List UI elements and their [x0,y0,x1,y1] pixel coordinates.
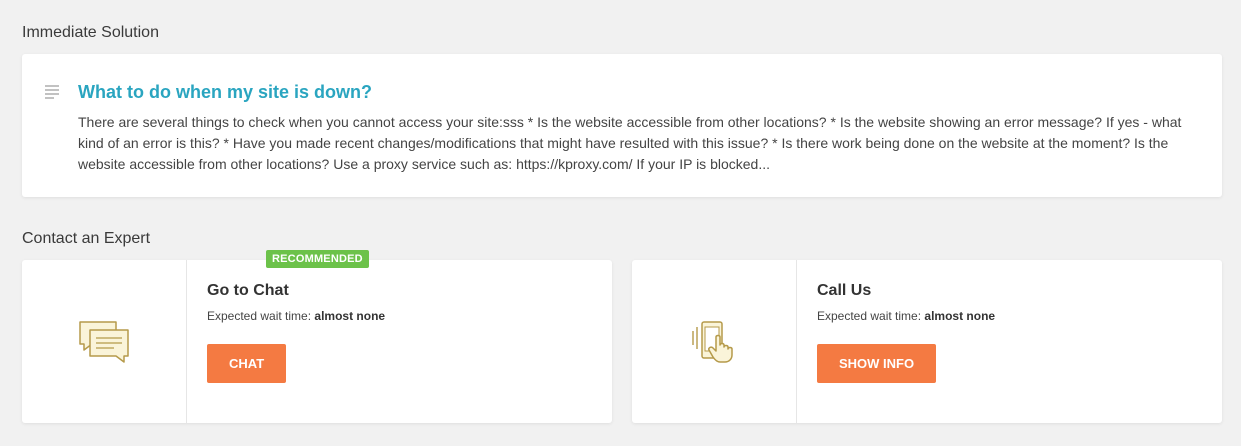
call-icon-area [632,260,797,423]
article-title-link[interactable]: What to do when my site is down? [78,81,372,103]
show-info-button[interactable]: SHOW INFO [817,344,937,383]
immediate-solution-heading: Immediate Solution [22,24,159,41]
chat-option-body: Go to Chat Expected wait time: almost no… [207,260,612,423]
chat-bubbles-icon [79,320,129,363]
article-excerpt: There are several things to check when y… [78,114,1182,172]
call-option-body: Call Us Expected wait time: almost none … [817,260,1222,423]
wait-time-label: Expected wait time: [817,309,925,323]
document-lines-icon [45,85,59,99]
phone-tap-icon [692,320,733,363]
call-option-title: Call Us [817,282,872,299]
chat-option-title: Go to Chat [207,282,289,299]
wait-time-value: almost none [924,309,996,323]
solution-card: What to do when my site is down? There a… [22,54,1222,197]
contact-expert-heading: Contact an Expert [22,230,151,247]
chat-option-card: RECOMMENDED Go to Chat Expected wait tim… [22,250,612,423]
wait-time-value: almost none [314,309,386,323]
wait-time-label: Expected wait time: [207,309,315,323]
chat-button[interactable]: CHAT [207,344,287,383]
chat-icon-area [22,260,187,423]
call-wait-time: Expected wait time: almost none [817,308,995,324]
call-option-card: Call Us Expected wait time: almost none … [632,260,1222,423]
chat-wait-time: Expected wait time: almost none [207,308,385,324]
